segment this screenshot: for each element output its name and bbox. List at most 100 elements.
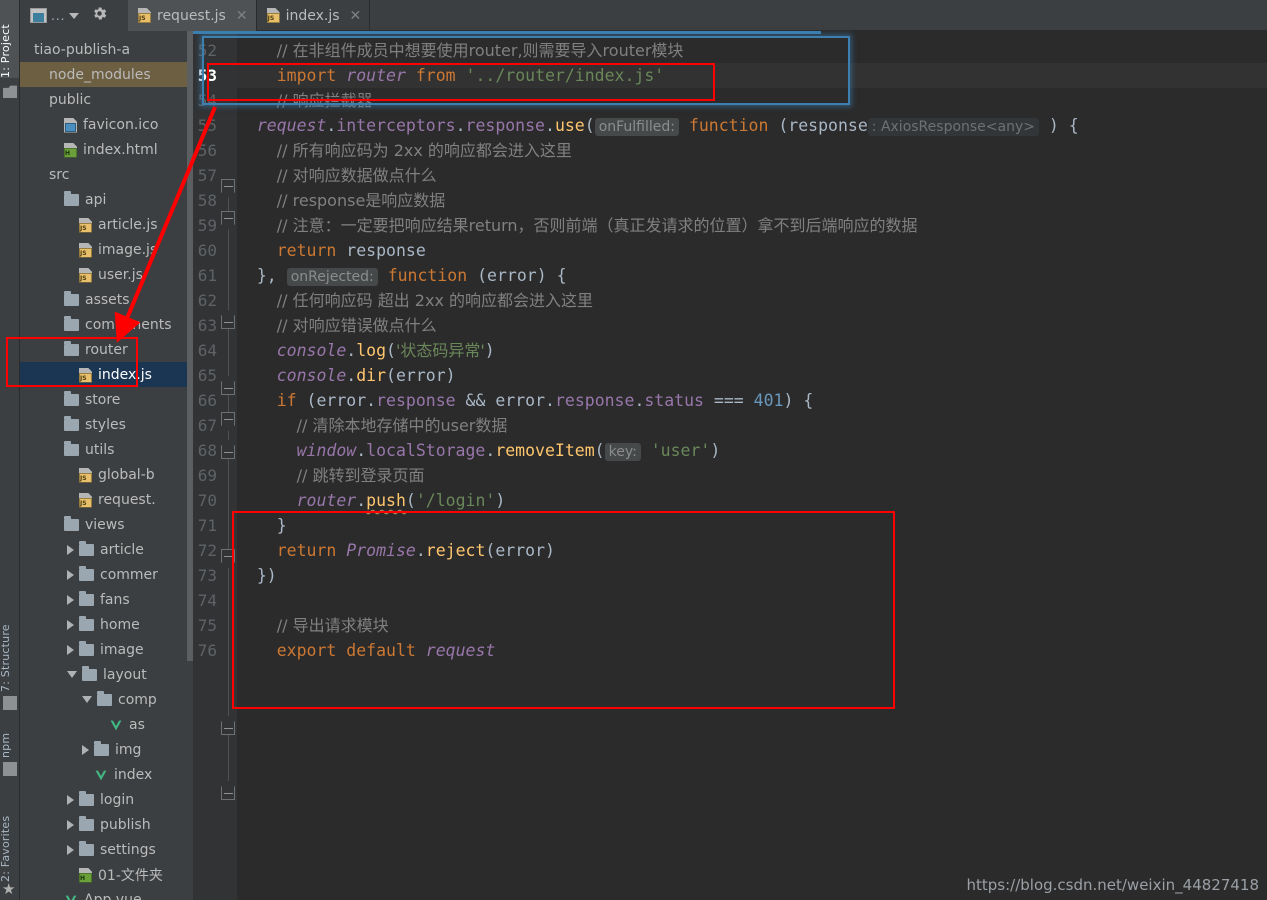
folder-icon [64,416,79,431]
tree-item-article[interactable]: article [20,537,193,562]
tree-item-img[interactable]: img [20,737,193,762]
editor-tab-index-js[interactable]: JS index.js ✕ [257,0,371,31]
code-line[interactable]: console.log('状态码异常') [237,338,1267,363]
tree-item-fans[interactable]: fans [20,587,193,612]
gear-icon[interactable] [91,5,108,26]
chevron-right-icon[interactable] [67,619,74,630]
tree-item-userjs[interactable]: JS user.js [20,262,193,287]
tree-item-utils[interactable]: utils [20,437,193,462]
toolwindow-tab-project[interactable]: 1: Project [0,0,19,78]
code-token: console [276,341,347,360]
js-file-icon: JS [79,217,92,233]
tree-item-assets[interactable]: assets [20,287,193,312]
tree-item-home[interactable]: home [20,612,193,637]
tree-item-login[interactable]: login [20,787,193,812]
tree-item-views[interactable]: views [20,512,193,537]
tree-item-src[interactable]: src [20,162,193,187]
fold-marker[interactable] [220,179,236,199]
chevron-down-icon[interactable] [69,12,80,19]
project-tree-panel[interactable]: tiao-publish-a node_modules public favicon.… [20,31,193,900]
tree-item-index[interactable]: index [20,762,193,787]
code-line[interactable]: // 注意：一定要把响应结果return，否则前端（真正发请求的位置）拿不到后端… [237,213,1267,238]
project-view-control[interactable]: ... [20,0,128,31]
tree-item-as[interactable]: as [20,712,193,737]
tree-item-public[interactable]: public [20,87,193,112]
tree-item-publish[interactable]: publish [20,812,193,837]
code-line[interactable]: // response是响应数据 [237,188,1267,213]
code-line[interactable]: // 清除本地存储中的user数据 [237,413,1267,438]
tree-item-styles[interactable]: styles [20,412,193,437]
tree-item-settings[interactable]: settings [20,837,193,862]
chevron-right-icon[interactable] [67,594,74,605]
tree-item-layout[interactable]: layout [20,662,193,687]
code-line[interactable]: }, onRejected: function (error) { [237,263,1267,288]
code-line[interactable]: // 任何响应码 超出 2xx 的响应都会进入这里 [237,288,1267,313]
tree-item-components[interactable]: components [20,312,193,337]
fold-marker[interactable] [220,308,236,329]
code-token: return [276,241,337,260]
tree-item-request[interactable]: JS request. [20,487,193,512]
code-line[interactable]: console.dir(error) [237,363,1267,388]
tree-item-articlejs[interactable]: JS article.js [20,212,193,237]
fold-marker[interactable] [220,714,236,735]
tree-item-node_modules[interactable]: node_modules [20,62,193,87]
tree-item-global-b[interactable]: JS global-b [20,462,193,487]
chevron-down-icon[interactable] [67,671,77,678]
tree-item-appvue[interactable]: App.vue [20,887,193,900]
tree-item-store[interactable]: store [20,387,193,412]
tree-item-tiao-publish-a[interactable]: tiao-publish-a [20,37,193,62]
fold-marker[interactable] [220,412,236,432]
line-number: 76 [197,641,217,660]
chevron-right-icon[interactable] [82,744,89,755]
code-text-area[interactable]: // 在非组件成员中想要使用router,则需要导入router模块 impor… [237,31,1267,900]
code-line[interactable]: // 对响应数据做点什么 [237,163,1267,188]
tree-item-label: as [129,716,145,733]
code-line[interactable]: // 对响应错误做点什么 [237,313,1267,338]
code-line[interactable]: // 所有响应码为 2xx 的响应都会进入这里 [237,138,1267,163]
vue-file-icon [64,894,78,900]
code-editor[interactable]: 52 53 54 55 56 57 58 59 60 61 62 63 64 65 66 67 68 69 70 71… [193,31,1267,900]
chevron-right-icon[interactable] [67,644,74,655]
tree-item-comp[interactable]: comp [20,687,193,712]
editor-tab-bar: JS request.js ✕ JS index.js ✕ [128,0,371,31]
code-line[interactable]: return response [237,238,1267,263]
editor-tab-request-js[interactable]: JS request.js ✕ [128,0,257,31]
fold-marker[interactable] [220,374,236,395]
tree-item-indexhtml[interactable]: Hindex.html [20,137,193,162]
chevron-down-icon[interactable] [82,696,92,703]
fold-marker[interactable] [220,211,236,231]
code-line[interactable]: router.push('/login') [237,488,1267,513]
fold-marker[interactable] [220,438,236,459]
chevron-right-icon[interactable] [67,794,74,805]
tree-item-image[interactable]: image [20,637,193,662]
chevron-right-icon[interactable] [67,844,74,855]
editor-top-highlight-stripe [193,31,821,34]
code-line[interactable]: request.interceptors.response.use(onFulf… [237,113,1267,138]
line-number: 73 [197,566,217,585]
code-token: . [356,491,367,510]
line-number: 70 [197,491,217,510]
tree-item-commer[interactable]: commer [20,562,193,587]
close-icon[interactable]: ✕ [236,8,248,24]
chevron-right-icon[interactable] [67,569,74,580]
toolwindow-tab-favorites[interactable]: 2: Favorites [0,790,19,882]
code-token: ) [710,441,721,460]
chevron-right-icon[interactable] [67,544,74,555]
code-line[interactable]: // 跳转到登录页面 [237,463,1267,488]
fold-marker[interactable] [220,779,236,800]
code-token: // 清除本地存储中的user数据 [296,416,508,435]
image-file-icon [64,117,77,133]
toolwindow-tab-structure[interactable]: 7: Structure [0,600,19,692]
tree-item-imagejs[interactable]: JS image.js [20,237,193,262]
close-icon[interactable]: ✕ [350,8,362,24]
chevron-right-icon[interactable] [67,819,74,830]
tree-item-01-文件夹[interactable]: H 01-文件夹 [20,862,193,887]
code-folding-gutter[interactable] [220,31,237,900]
tree-item-label: api [85,191,107,208]
tree-item-faviconico[interactable]: favicon.ico [20,112,193,137]
code-line[interactable]: window.localStorage.removeItem(key: 'use… [237,438,1267,463]
code-line[interactable]: if (error.response && error.response.sta… [237,388,1267,413]
toolwindow-tab-npm[interactable]: npm [0,718,19,758]
tree-item-api[interactable]: api [20,187,193,212]
